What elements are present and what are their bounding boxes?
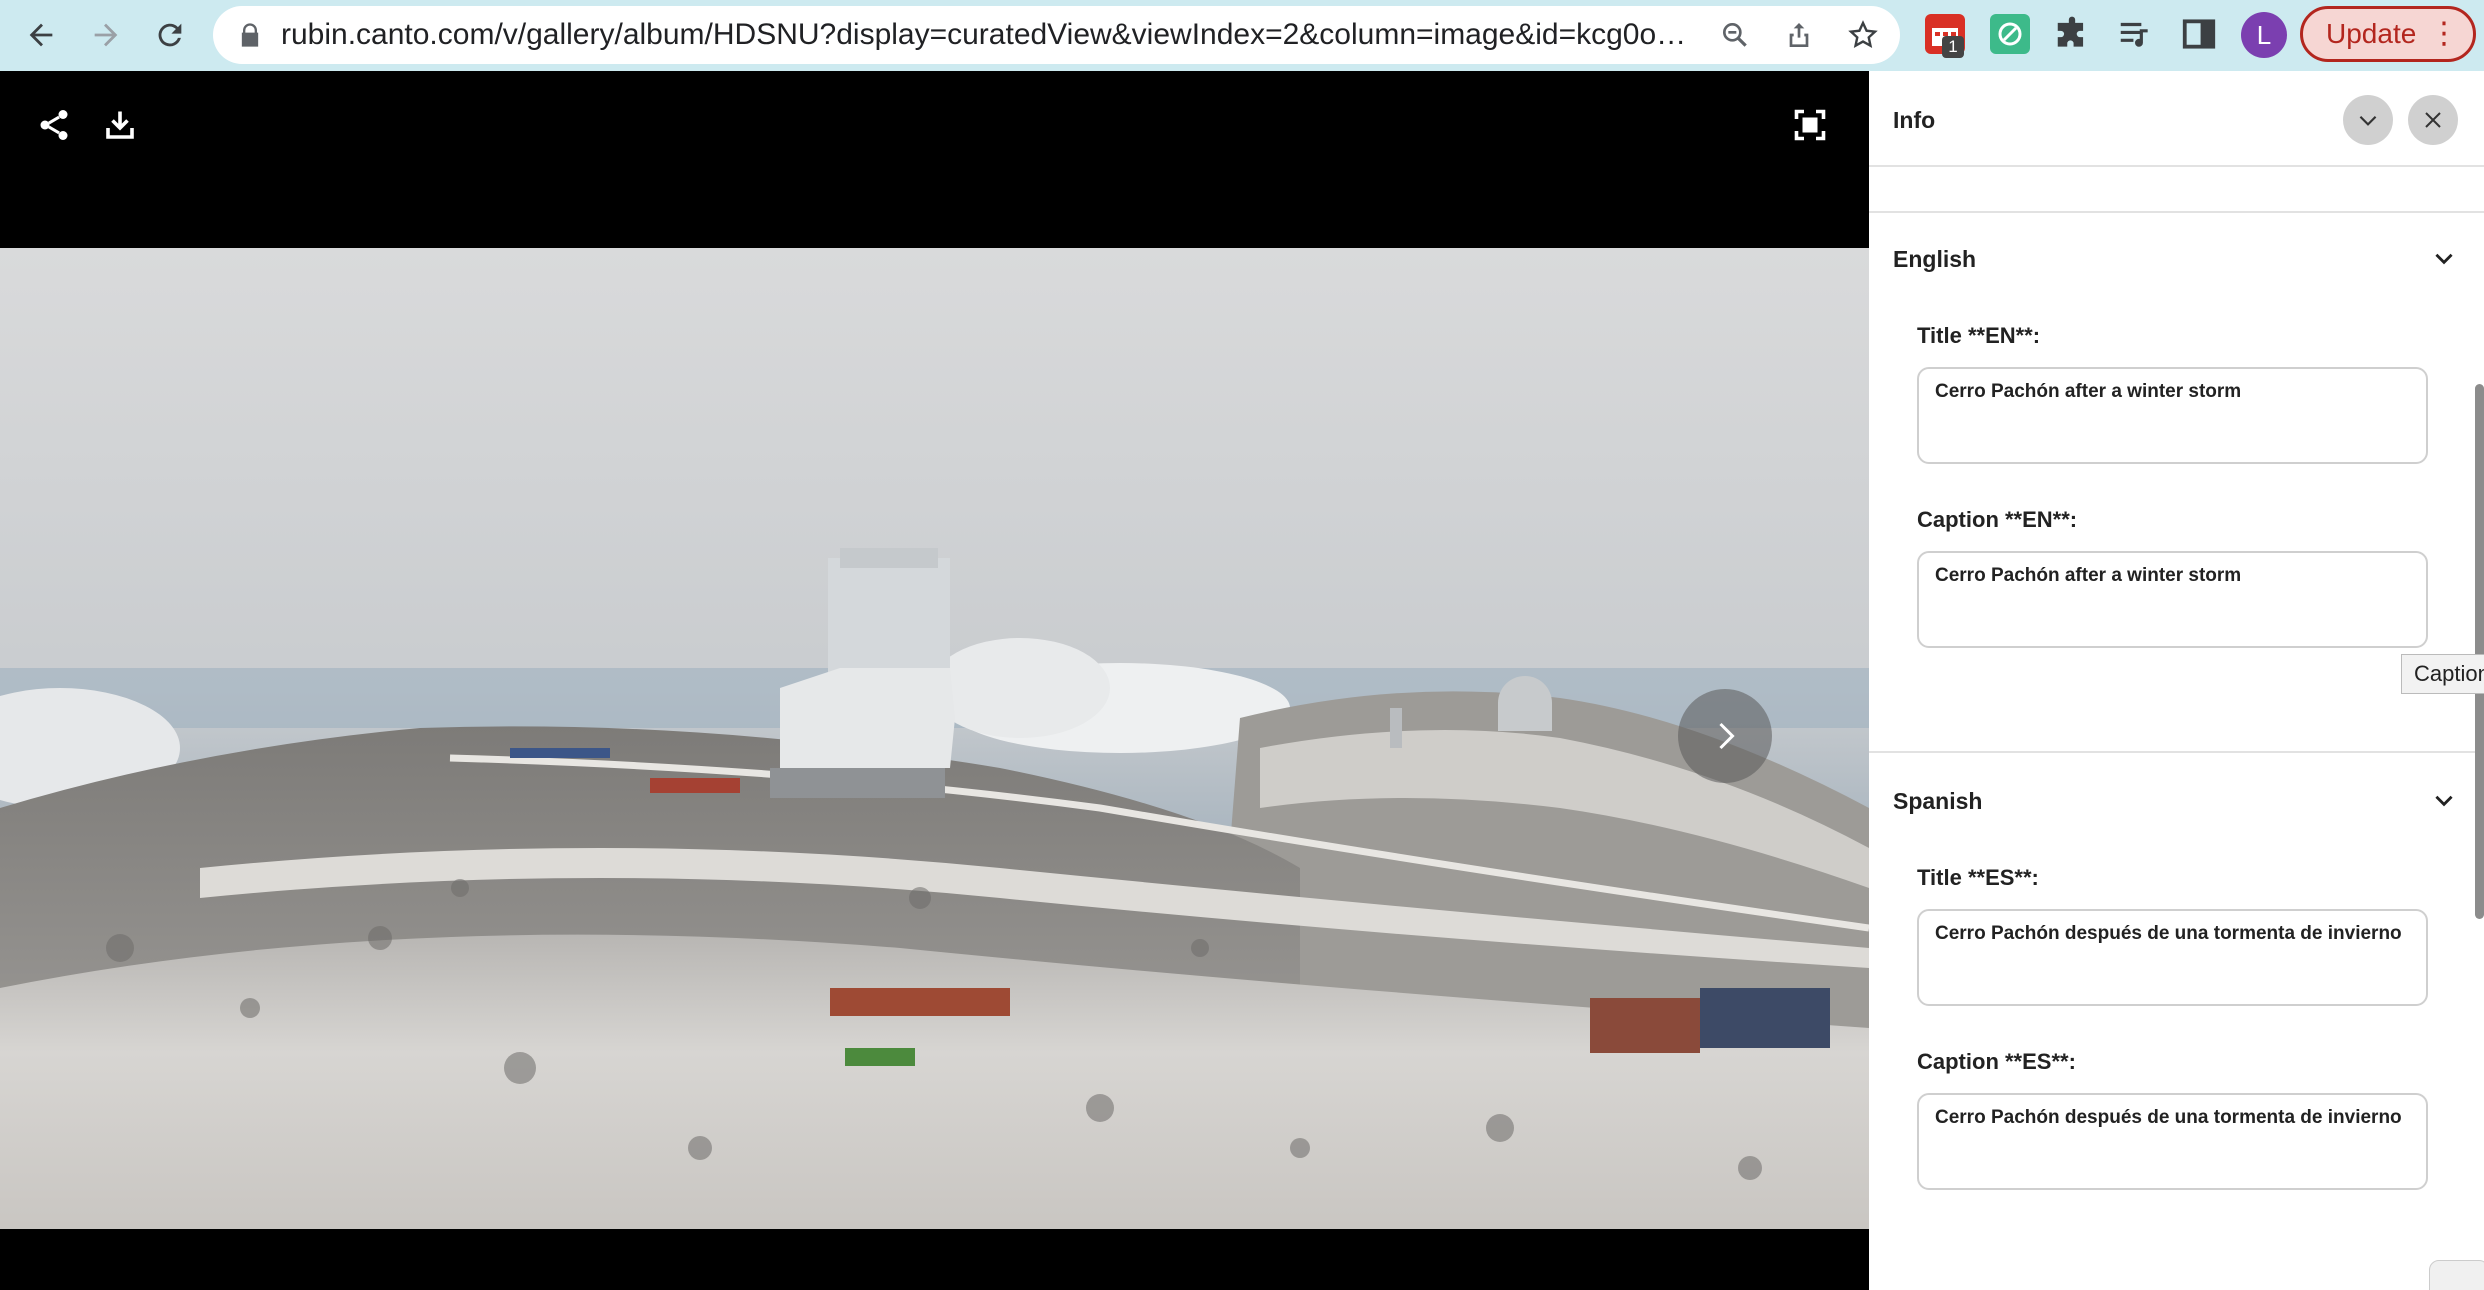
extension-badge: 1 xyxy=(1942,36,1964,58)
caption-es-field[interactable]: Cerro Pachón después de una tormenta de … xyxy=(1917,1093,2428,1190)
section-divider xyxy=(1869,211,2484,213)
side-panel-icon[interactable] xyxy=(2180,15,2218,53)
panel-scrollbar[interactable] xyxy=(2475,384,2484,919)
title-en-label: Title **EN**: xyxy=(1917,323,2041,348)
collapse-panel-button[interactable] xyxy=(2343,95,2393,145)
profile-avatar[interactable]: L xyxy=(2241,12,2287,58)
url-text[interactable]: rubin.canto.com/v/gallery/album/HDSNU?di… xyxy=(281,6,1691,64)
scroll-to-top-button[interactable] xyxy=(2429,1260,2484,1290)
share-icon[interactable] xyxy=(36,107,72,143)
photo-illustration xyxy=(0,248,1869,1229)
title-es-field[interactable]: Cerro Pachón después de una tormenta de … xyxy=(1917,909,2428,1006)
reload-icon xyxy=(158,23,182,47)
update-label: Update xyxy=(2326,18,2417,49)
lock-icon xyxy=(241,23,259,47)
caption-en-label: Caption **EN**: xyxy=(1917,507,2078,532)
snowy-observatory-photo xyxy=(0,248,1869,1229)
share-page-icon[interactable] xyxy=(1783,19,1815,51)
address-bar[interactable]: rubin.canto.com/v/gallery/album/HDSNU?di… xyxy=(213,6,1900,64)
next-arrow-icon xyxy=(1719,722,1735,750)
title-en-field[interactable]: Cerro Pachón after a winter storm xyxy=(1917,367,2428,464)
caption-en-field[interactable]: Cerro Pachón after a winter storm xyxy=(1917,551,2428,648)
chevron-down-icon[interactable] xyxy=(2431,787,2457,813)
back-button[interactable] xyxy=(16,10,66,60)
bookmark-star-icon[interactable] xyxy=(1847,19,1879,51)
section-divider xyxy=(1869,751,2484,753)
update-button[interactable]: Update ⋮ xyxy=(2300,6,2476,62)
title-es-label: Title **ES**: xyxy=(1917,865,2039,890)
forward-button[interactable] xyxy=(81,10,131,60)
reload-button[interactable] xyxy=(145,10,195,60)
close-icon xyxy=(2425,112,2441,128)
zoom-icon[interactable] xyxy=(1719,19,1751,51)
menu-dots-icon[interactable]: ⋮ xyxy=(2429,19,2459,49)
download-icon[interactable] xyxy=(102,107,138,143)
chevron-down-icon xyxy=(2359,115,2377,126)
panel-title: Info xyxy=(1893,107,1936,133)
panel-header: Info xyxy=(1869,71,2484,167)
back-arrow-icon xyxy=(29,23,53,47)
close-panel-button[interactable] xyxy=(2408,95,2458,145)
caption-tooltip: Caption xyxy=(2401,654,2484,694)
image-viewer xyxy=(0,71,1869,1290)
next-image-button[interactable] xyxy=(1678,689,1772,783)
browser-toolbar: rubin.canto.com/v/gallery/album/HDSNU?di… xyxy=(0,0,2484,71)
grammar-extension-icon[interactable] xyxy=(1990,14,2030,54)
chevron-down-icon[interactable] xyxy=(2431,245,2457,271)
fullscreen-icon[interactable] xyxy=(1792,107,1828,143)
forward-arrow-icon xyxy=(94,23,118,47)
media-queue-icon[interactable] xyxy=(2116,15,2154,53)
section-header-spanish[interactable]: Spanish xyxy=(1893,788,1982,815)
caption-es-label: Caption **ES**: xyxy=(1917,1049,2076,1074)
section-header-english[interactable]: English xyxy=(1893,246,1976,273)
info-panel: Info English Title **EN**: Cerro Pachón … xyxy=(1869,71,2484,1290)
extensions-puzzle-icon[interactable] xyxy=(2053,15,2091,53)
